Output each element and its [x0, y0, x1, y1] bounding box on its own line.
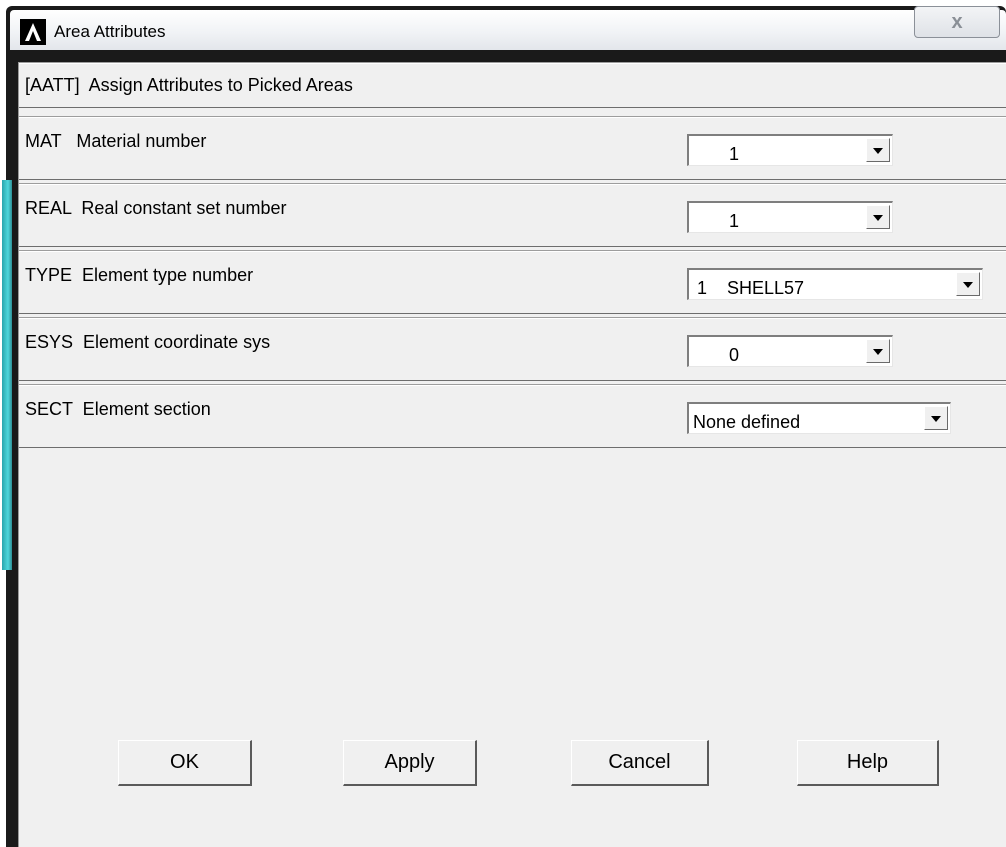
chevron-down-icon[interactable]: [866, 339, 890, 363]
chevron-down-icon[interactable]: [866, 205, 890, 229]
chevron-down-icon[interactable]: [924, 406, 948, 430]
real-dropdown[interactable]: 1: [687, 201, 893, 233]
close-button[interactable]: x: [914, 6, 1000, 38]
field-label-mat: MAT Material number: [25, 131, 207, 151]
close-icon: x: [951, 10, 963, 33]
field-row-esys: ESYS Element coordinate sys 0: [19, 317, 1006, 381]
chevron-down-icon[interactable]: [956, 272, 980, 296]
dialog-heading: [AATT] Assign Attributes to Picked Areas: [25, 75, 353, 95]
sect-value: None defined: [693, 412, 801, 432]
mat-dropdown[interactable]: 1: [687, 134, 893, 166]
sect-dropdown[interactable]: None defined: [687, 402, 951, 434]
field-row-type: TYPE Element type number 1 SHELL57: [19, 250, 1006, 314]
field-row-sect: SECT Element section None defined: [19, 384, 1006, 448]
dialog-heading-row: [AATT] Assign Attributes to Picked Areas: [19, 62, 1006, 108]
mat-value: 1: [729, 144, 740, 164]
dialog-body: [AATT] Assign Attributes to Picked Areas…: [18, 62, 1006, 847]
field-label-esys: ESYS Element coordinate sys: [25, 332, 271, 352]
real-value: 1: [729, 211, 740, 231]
ansys-logo-icon: [20, 19, 46, 45]
ok-button[interactable]: OK: [118, 740, 252, 786]
window-title: Area Attributes: [54, 22, 166, 41]
field-row-mat: MAT Material number 1: [19, 116, 1006, 180]
field-label-type: TYPE Element type number: [25, 265, 254, 285]
help-button[interactable]: Help: [797, 740, 939, 786]
field-label-sect: SECT Element section: [25, 399, 211, 419]
window-frame-glow: [2, 180, 12, 570]
esys-dropdown[interactable]: 0: [687, 335, 893, 367]
field-row-real: REAL Real constant set number 1: [19, 183, 1006, 247]
type-dropdown[interactable]: 1 SHELL57: [687, 268, 983, 300]
cancel-button[interactable]: Cancel: [571, 740, 709, 786]
field-label-real: REAL Real constant set number: [25, 198, 287, 218]
apply-button[interactable]: Apply: [343, 740, 477, 786]
type-value: 1 SHELL57: [697, 278, 805, 298]
esys-value: 0: [729, 345, 740, 365]
chevron-down-icon[interactable]: [866, 138, 890, 162]
